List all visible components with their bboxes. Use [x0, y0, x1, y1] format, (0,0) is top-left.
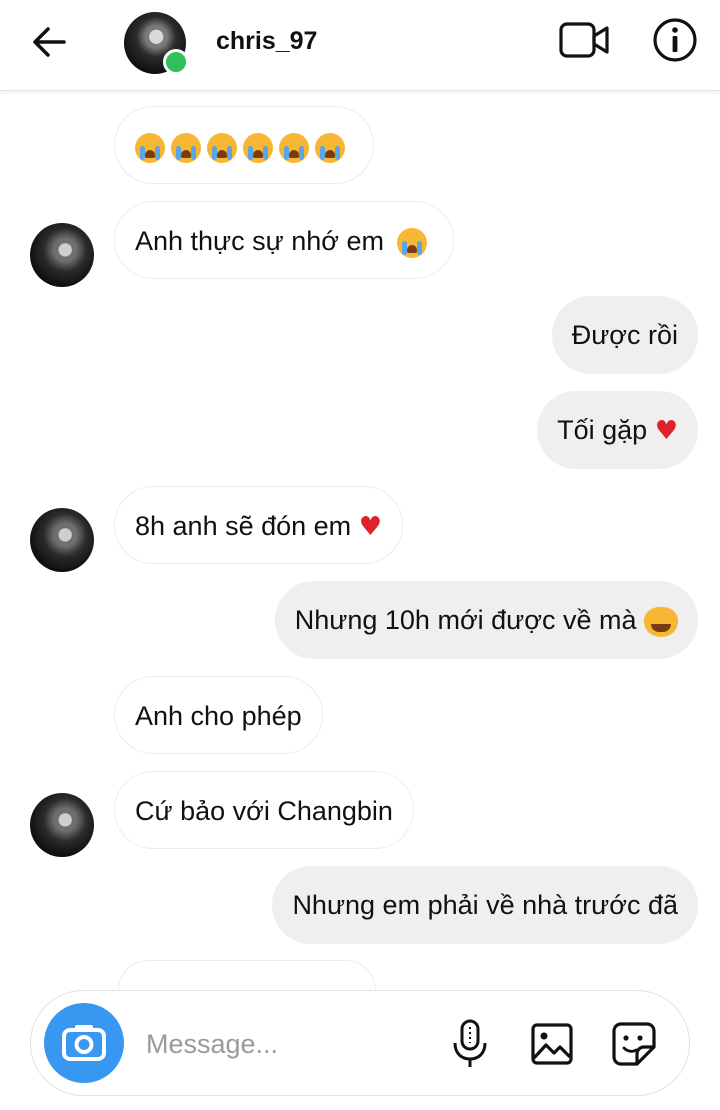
crying-face-emoji-row [135, 131, 351, 163]
video-call-icon[interactable] [558, 18, 610, 62]
grinning-cat-with-tears-icon [644, 606, 678, 637]
chat-header [0, 0, 720, 91]
message-bubble-outgoing[interactable]: Nhưng em phải về nhà trước đã [272, 866, 698, 944]
sticker-icon[interactable] [611, 1021, 657, 1067]
sender-avatar[interactable] [30, 223, 94, 287]
message-bubble-incoming[interactable] [114, 106, 374, 184]
message-bubble-outgoing[interactable]: Tối gặp ♥ [537, 391, 698, 469]
message-text: Anh thực sự nhớ em [135, 226, 384, 256]
info-icon[interactable] [652, 17, 698, 63]
red-heart-icon: ♥ [654, 416, 678, 446]
message-bubble-incoming[interactable]: Anh thực sự nhớ em [114, 201, 455, 279]
message-input[interactable] [144, 1020, 428, 1068]
camera-icon [62, 1025, 106, 1061]
camera-button[interactable] [44, 1003, 124, 1083]
message-text: Được rồi [571, 320, 678, 350]
message-bubble-outgoing[interactable]: Nhưng 10h mới được về mà [274, 581, 698, 659]
crying-face-icon [135, 132, 165, 163]
gallery-icon[interactable] [530, 1022, 574, 1066]
message-text: Anh cho phép [135, 701, 302, 731]
crying-face-icon [315, 132, 345, 163]
message-text: Tối gặp [557, 415, 648, 445]
chat-username[interactable]: chris_97 [216, 27, 317, 56]
message-text: 8h anh sẽ đón em [135, 511, 352, 541]
crying-face-icon [243, 132, 273, 163]
message-text: Nhưng 10h mới được về mà [294, 605, 637, 635]
microphone-icon[interactable] [450, 1018, 490, 1070]
crying-face-icon [171, 132, 201, 163]
red-heart-icon: ♥ [358, 512, 382, 542]
crying-face-icon [207, 132, 237, 163]
sender-avatar[interactable] [30, 508, 94, 572]
message-bubble-outgoing[interactable]: Được rồi [551, 296, 698, 374]
message-bubble-incoming[interactable]: Cứ bảo với Changbin [114, 771, 414, 849]
crying-face-icon [397, 227, 428, 258]
message-bubble-incoming[interactable]: Anh cho phép [114, 676, 323, 754]
message-bubble-incoming[interactable]: 8h anh sẽ đón em ♥ [114, 486, 403, 564]
online-status-indicator [163, 49, 189, 75]
message-text: Nhưng em phải về nhà trước đã [292, 890, 678, 920]
message-text: Cứ bảo với Changbin [135, 796, 393, 826]
crying-face-icon [279, 132, 309, 163]
back-arrow-icon[interactable] [28, 20, 72, 64]
sender-avatar[interactable] [30, 793, 94, 857]
